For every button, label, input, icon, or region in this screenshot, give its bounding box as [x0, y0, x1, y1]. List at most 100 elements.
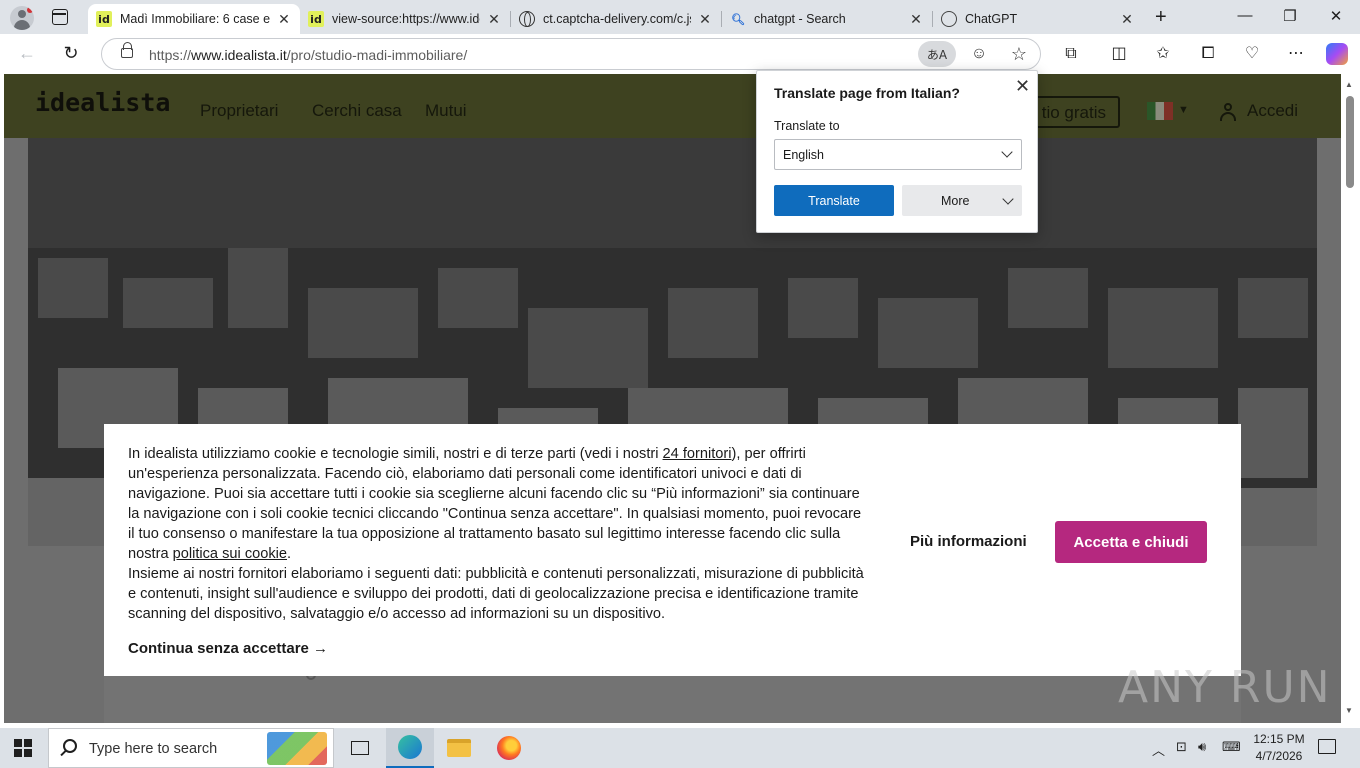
- chatgpt-icon: [941, 11, 957, 27]
- new-tab-icon[interactable]: +: [1155, 6, 1167, 29]
- cookie-text-part: .: [287, 546, 292, 562]
- refresh-icon[interactable]: ↻: [60, 43, 82, 64]
- address-bar[interactable]: https://www.idealista.it/pro/studio-madi…: [101, 38, 1041, 70]
- tab-actions-icon[interactable]: [52, 9, 68, 25]
- tab-title: view-source:https://www.ide: [332, 12, 480, 26]
- tab-title: ChatGPT: [965, 12, 1018, 26]
- tab-view-source[interactable]: id view-source:https://www.ide ✕: [300, 4, 510, 34]
- browser-essentials-icon[interactable]: ♡: [1241, 43, 1263, 62]
- chevron-down-icon: [1001, 146, 1013, 158]
- nav-cerchi-casa[interactable]: Cerchi casa: [312, 101, 402, 121]
- close-tab-icon[interactable]: ✕: [1119, 11, 1135, 28]
- translate-popup: Translate page from Italian? ✕ Translate…: [756, 70, 1038, 233]
- browser-toolbar: ← ↻ https://www.idealista.it/pro/studio-…: [0, 34, 1360, 74]
- task-view-icon: [351, 741, 369, 755]
- start-windows-icon[interactable]: [14, 739, 32, 757]
- cookie-policy-link[interactable]: politica sui cookie: [173, 546, 287, 562]
- login-link[interactable]: Accedi: [1247, 101, 1298, 121]
- nav-proprietari[interactable]: Proprietari: [200, 101, 278, 121]
- page-scrollbar[interactable]: ▲ ▼: [1341, 74, 1360, 723]
- taskbar-firefox[interactable]: [485, 728, 533, 768]
- search-icon: [63, 739, 77, 753]
- profile-avatar-icon[interactable]: [10, 6, 34, 30]
- system-clock[interactable]: 12:15 PM 4/7/2026: [1252, 731, 1306, 765]
- close-popup-icon[interactable]: ✕: [1015, 76, 1030, 97]
- idealista-logo[interactable]: idealista: [35, 88, 170, 117]
- scroll-down-icon[interactable]: ▼: [1345, 706, 1353, 715]
- clock-time: 12:15 PM: [1253, 732, 1305, 746]
- tab-title: ct.captcha-delivery.com/c.js: [543, 12, 691, 26]
- close-tab-icon[interactable]: ✕: [697, 11, 713, 28]
- windows-taskbar: Type here to search ︿ ⊡ 🔊︎ ⌨ 12:15 PM 4/…: [0, 728, 1360, 768]
- selected-language: English: [783, 148, 824, 162]
- idealista-icon: id: [308, 11, 324, 27]
- translate-title: Translate page from Italian?: [774, 85, 960, 101]
- globe-icon: [519, 11, 535, 27]
- cookie-data-purposes: Insieme ai nostri fornitori elaboriamo i…: [128, 566, 864, 622]
- cookie-text-part: ), per offrirti un'esperienza personaliz…: [128, 446, 862, 562]
- translate-icon[interactable]: あA: [918, 41, 956, 67]
- restore-icon[interactable]: ❐: [1280, 7, 1300, 25]
- translate-button[interactable]: Translate: [774, 185, 894, 216]
- continue-without-accepting-link[interactable]: Continua senza accettare →: [128, 640, 328, 657]
- chevron-down-icon[interactable]: ▼: [1178, 104, 1189, 116]
- vendors-link[interactable]: 24 fornitori: [663, 446, 732, 462]
- taskbar-edge[interactable]: [386, 728, 434, 768]
- notifications-icon[interactable]: [1318, 739, 1336, 754]
- tab-title: chatgpt - Search: [754, 12, 846, 26]
- idealista-icon: id: [96, 11, 112, 27]
- keyboard-icon[interactable]: ⌨: [1222, 740, 1241, 755]
- edge-icon: [398, 735, 422, 759]
- taskbar-search-box[interactable]: Type here to search: [48, 728, 334, 768]
- search-highlight-image: [267, 732, 327, 765]
- minimize-icon[interactable]: —: [1235, 7, 1255, 24]
- tab-idealista[interactable]: id Madì Immobiliare: 6 case e a ✕: [88, 4, 300, 34]
- favorites-icon[interactable]: ✩: [1152, 43, 1174, 62]
- tab-chatgpt-search[interactable]: 🔍︎ chatgpt - Search ✕: [722, 4, 932, 34]
- lock-icon[interactable]: [121, 42, 133, 58]
- language-select[interactable]: English: [774, 139, 1022, 170]
- more-options-button[interactable]: More: [902, 185, 1022, 216]
- show-hidden-icons-chevron-icon[interactable]: ︿: [1152, 740, 1165, 759]
- favorite-star-icon[interactable]: ☆: [1000, 41, 1038, 67]
- split-screen-icon[interactable]: ◫: [1108, 43, 1130, 62]
- back-icon[interactable]: ←: [16, 43, 38, 64]
- volume-icon[interactable]: 🔊︎: [1198, 740, 1206, 755]
- nav-mutui[interactable]: Mutui: [425, 101, 467, 121]
- firefox-icon: [497, 736, 521, 760]
- cookie-description: In idealista utilizziamo cookie e tecnol…: [128, 444, 868, 624]
- tab-strip: id Madì Immobiliare: 6 case e a ✕ id vie…: [0, 0, 1360, 34]
- scroll-up-icon[interactable]: ▲: [1345, 80, 1353, 89]
- screen: id Madì Immobiliare: 6 case e a ✕ id vie…: [0, 0, 1360, 768]
- close-window-icon[interactable]: ✕: [1326, 7, 1346, 25]
- accept-and-close-button[interactable]: Accetta e chiudi: [1055, 521, 1207, 563]
- tab-chatgpt[interactable]: ChatGPT ✕: [933, 4, 1143, 34]
- extensions-icon[interactable]: ⧉: [1060, 43, 1082, 63]
- more-info-button[interactable]: Più informazioni: [910, 533, 1027, 550]
- taskbar-file-explorer[interactable]: [435, 728, 483, 768]
- close-tab-icon[interactable]: ✕: [276, 11, 292, 28]
- scrollbar-thumb[interactable]: [1346, 96, 1354, 188]
- translate-to-label: Translate to: [774, 119, 840, 133]
- close-tab-icon[interactable]: ✕: [486, 11, 502, 28]
- close-tab-icon[interactable]: ✕: [908, 11, 924, 28]
- task-view-button[interactable]: [336, 728, 384, 768]
- reading-view-icon[interactable]: ☺: [960, 41, 998, 67]
- cookie-consent-dialog: In idealista utilizziamo cookie e tecnol…: [104, 424, 1241, 676]
- search-icon: 🔍︎: [731, 13, 745, 26]
- search-placeholder: Type here to search: [89, 741, 218, 757]
- folder-icon: [447, 739, 471, 757]
- clock-date: 4/7/2026: [1255, 749, 1303, 763]
- tab-captcha[interactable]: ct.captcha-delivery.com/c.js ✕: [511, 4, 721, 34]
- chevron-down-icon: [1002, 193, 1014, 205]
- url-text[interactable]: https://www.idealista.it/pro/studio-madi…: [149, 47, 467, 63]
- copilot-icon[interactable]: [1326, 43, 1348, 65]
- user-icon[interactable]: [1220, 103, 1236, 121]
- collections-icon[interactable]: ⧠: [1197, 43, 1219, 63]
- tab-title: Madì Immobiliare: 6 case e a: [120, 12, 270, 26]
- anyrun-watermark: ANY RUN: [1118, 662, 1332, 713]
- italian-flag-icon[interactable]: [1147, 102, 1173, 120]
- cookie-text-part: In idealista utilizziamo cookie e tecnol…: [128, 446, 663, 462]
- network-icon[interactable]: ⊡: [1176, 740, 1187, 755]
- settings-more-icon[interactable]: ⋯: [1285, 43, 1307, 62]
